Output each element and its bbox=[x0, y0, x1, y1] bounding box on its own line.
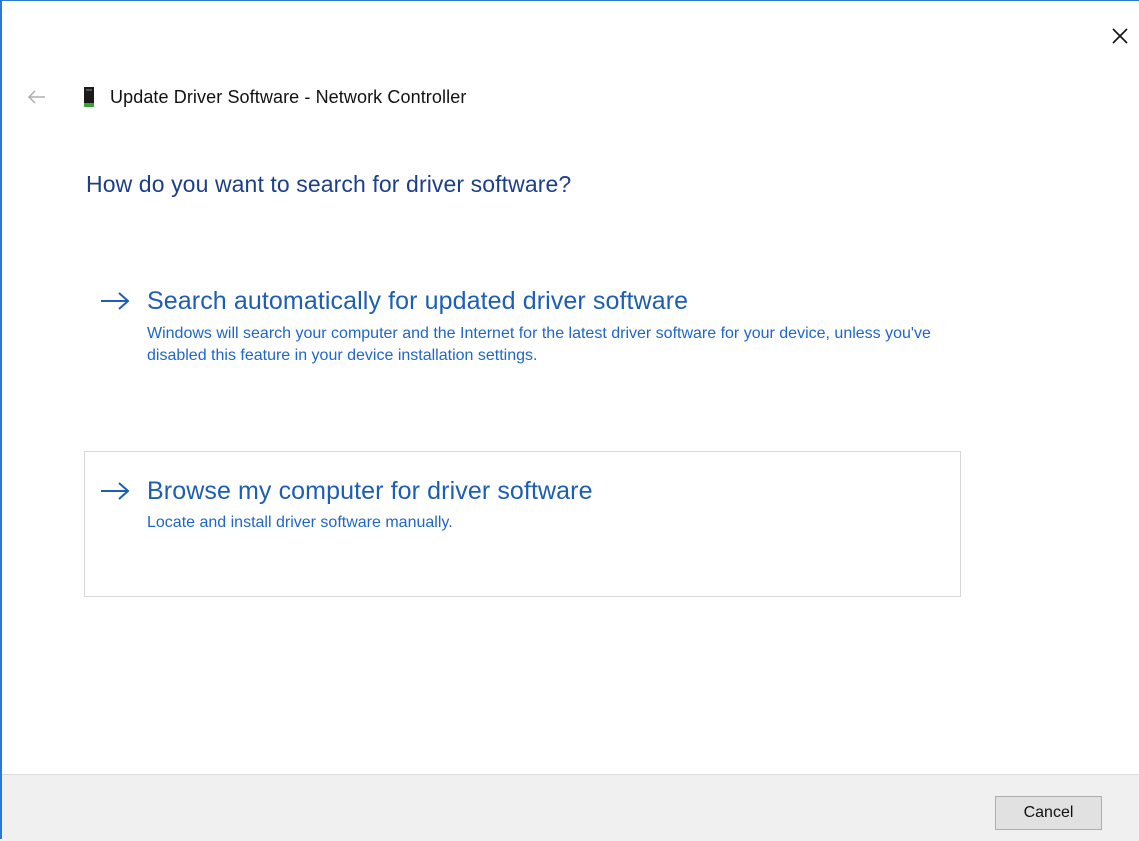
close-button[interactable] bbox=[1109, 25, 1131, 47]
back-button[interactable] bbox=[26, 86, 48, 108]
dialog-title: Update Driver Software - Network Control… bbox=[110, 86, 467, 107]
network-device-icon bbox=[82, 85, 96, 109]
browse-computer-option[interactable]: Browse my computer for driver software L… bbox=[84, 451, 961, 597]
option-title-row: Search automatically for updated driver … bbox=[99, 286, 688, 316]
dialog-header: Update Driver Software - Network Control… bbox=[26, 83, 466, 111]
dialog-window: Update Driver Software - Network Control… bbox=[0, 0, 1139, 841]
page-heading: How do you want to search for driver sof… bbox=[86, 171, 572, 197]
arrow-right-icon bbox=[99, 286, 133, 316]
option-title-row: Browse my computer for driver software bbox=[99, 476, 593, 506]
close-icon bbox=[1112, 28, 1128, 44]
option-title: Search automatically for updated driver … bbox=[147, 286, 689, 315]
option-description: Locate and install driver software manua… bbox=[147, 514, 453, 531]
cancel-button[interactable]: Cancel bbox=[995, 796, 1102, 830]
option-title: Browse my computer for driver software bbox=[147, 476, 593, 505]
back-arrow-icon bbox=[28, 90, 45, 104]
dialog-footer: Cancel bbox=[2, 774, 1139, 841]
arrow-right-icon bbox=[99, 476, 133, 506]
option-description: Windows will search your computer and th… bbox=[147, 325, 931, 364]
search-automatically-option[interactable]: Search automatically for updated driver … bbox=[84, 276, 961, 421]
